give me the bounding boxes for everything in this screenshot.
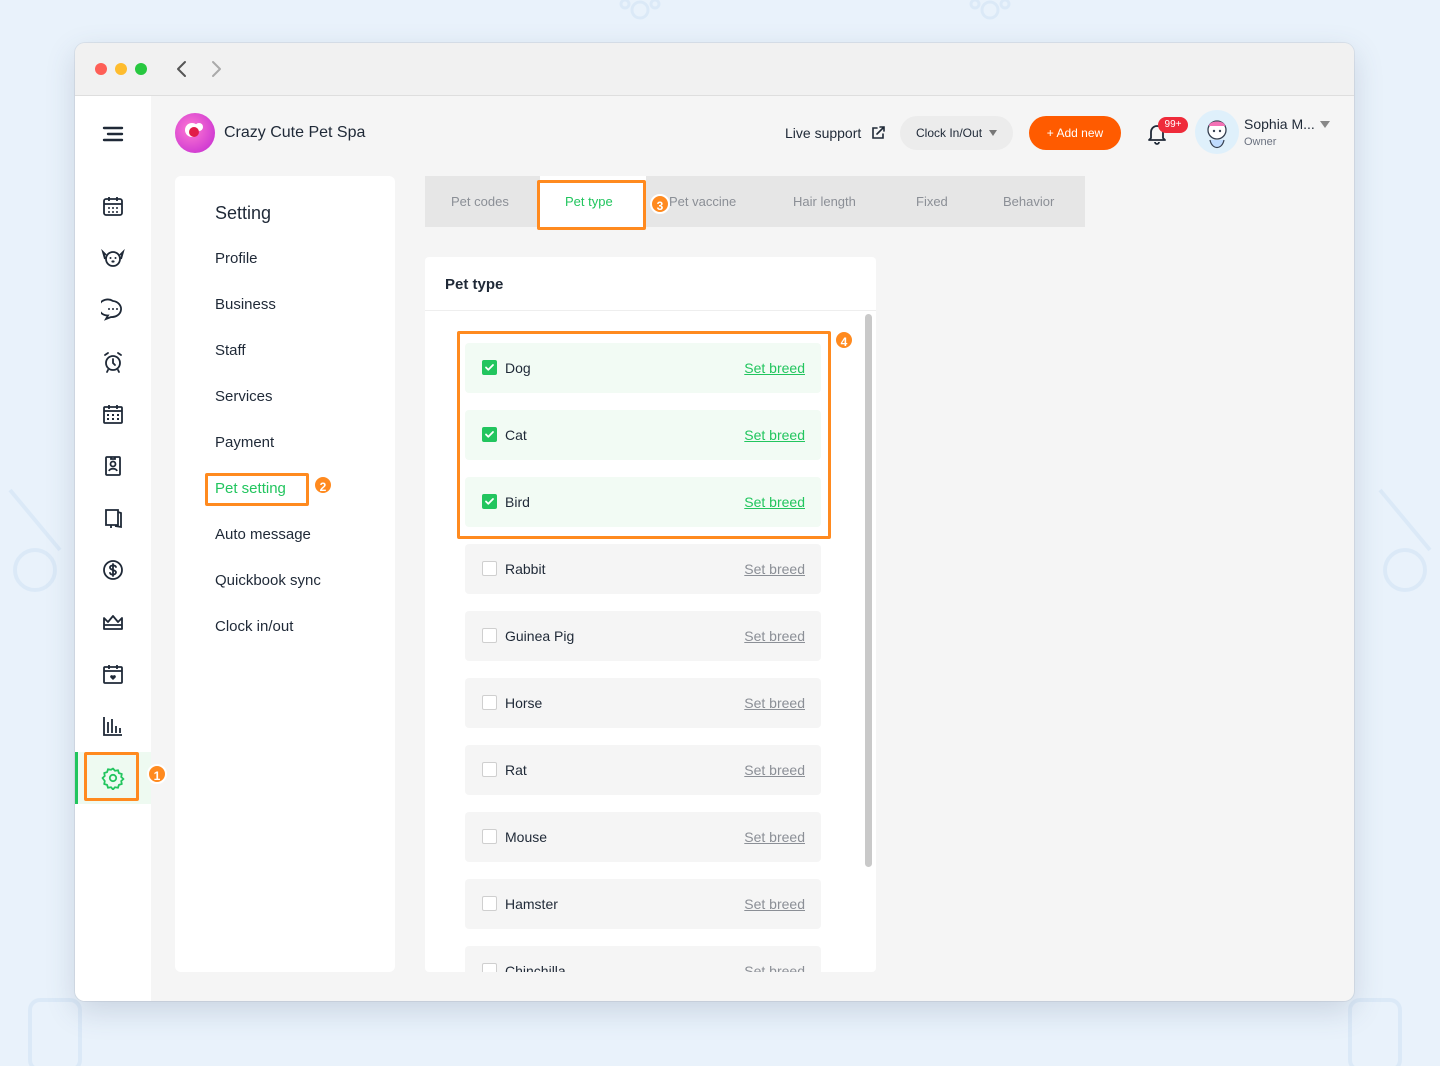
client-card-icon[interactable]	[101, 454, 125, 478]
crown-icon[interactable]	[101, 610, 125, 634]
panel-title: Pet type	[445, 276, 504, 293]
set-breed-link[interactable]: Set breed	[744, 695, 805, 711]
annotation-highlight-4	[457, 331, 831, 539]
settings-item-business[interactable]: Business	[215, 296, 276, 313]
brand-name: Crazy Cute Pet Spa	[224, 124, 366, 141]
forward-arrow-icon[interactable]	[206, 59, 226, 79]
pet-type-row: Horse Set breed	[465, 678, 821, 728]
user-name[interactable]: Sophia M...	[1244, 116, 1315, 132]
chevron-down-icon[interactable]	[1320, 121, 1330, 128]
calendar-icon[interactable]	[101, 194, 125, 218]
add-new-button[interactable]: + Add new	[1029, 116, 1121, 150]
settings-menu: Setting Profile Business Staff Services …	[175, 176, 395, 972]
avatar[interactable]	[1195, 110, 1239, 154]
set-breed-link[interactable]: Set breed	[744, 829, 805, 845]
pet-type-label: Hamster	[505, 896, 558, 912]
pet-type-checkbox[interactable]	[482, 762, 497, 777]
pet-type-checkbox[interactable]	[482, 695, 497, 710]
app-window: Crazy Cute Pet Spa Live support Clock In…	[75, 43, 1354, 1001]
pet-type-row: Chinchilla Set breed	[465, 946, 821, 972]
maximize-window-button[interactable]	[135, 63, 147, 75]
set-breed-link[interactable]: Set breed	[744, 896, 805, 912]
dog-face-icon[interactable]	[101, 246, 125, 270]
pet-type-row: Guinea Pig Set breed	[465, 611, 821, 661]
external-link-icon[interactable]	[870, 125, 886, 141]
settings-item-profile[interactable]: Profile	[215, 250, 258, 267]
annotation-highlight-2	[205, 473, 309, 506]
annotation-highlight-1	[84, 752, 139, 801]
annotation-number-3: 3	[650, 194, 670, 214]
left-nav-rail	[75, 96, 151, 1001]
pet-type-label: Rabbit	[505, 561, 546, 577]
pet-type-checkbox[interactable]	[482, 561, 497, 576]
tab-pet-vaccine[interactable]: Pet vaccine	[669, 194, 736, 209]
pet-type-label: Rat	[505, 762, 527, 778]
tab-behavior[interactable]: Behavior	[1003, 194, 1054, 209]
annotation-highlight-3	[537, 180, 646, 230]
user-role: Owner	[1244, 136, 1277, 148]
alarm-clock-icon[interactable]	[101, 350, 125, 374]
pet-type-label: Chinchilla	[505, 963, 566, 972]
pet-type-checkbox[interactable]	[482, 896, 497, 911]
set-breed-link[interactable]: Set breed	[744, 963, 805, 972]
settings-item-payment[interactable]: Payment	[215, 434, 274, 451]
bar-chart-icon[interactable]	[101, 714, 125, 738]
pet-type-row: Rabbit Set breed	[465, 544, 821, 594]
notification-badge: 99+	[1158, 117, 1188, 133]
tab-pet-codes[interactable]: Pet codes	[451, 194, 509, 209]
paw-icon	[969, 0, 1011, 20]
scissors-icon	[1378, 488, 1432, 592]
active-nav-indicator	[75, 752, 78, 804]
set-breed-link[interactable]: Set breed	[744, 561, 805, 577]
pet-type-label: Horse	[505, 695, 543, 711]
annotation-number-2: 2	[313, 475, 333, 495]
scissors-icon	[8, 488, 62, 592]
annotation-number-1: 1	[147, 764, 167, 784]
set-breed-link[interactable]: Set breed	[744, 762, 805, 778]
pet-type-label: Mouse	[505, 829, 548, 845]
minimize-window-button[interactable]	[115, 63, 127, 75]
calendar-heart-icon[interactable]	[101, 662, 125, 686]
window-titlebar	[75, 43, 1354, 96]
pet-type-checkbox[interactable]	[482, 829, 497, 844]
settings-item-clock-in-out[interactable]: Clock in/out	[215, 618, 293, 635]
dollar-icon[interactable]	[101, 558, 125, 582]
pet-type-label: Guinea Pig	[505, 628, 575, 644]
booklet-icon[interactable]	[101, 506, 125, 530]
pet-type-row: Hamster Set breed	[465, 879, 821, 929]
settings-title: Setting	[215, 203, 272, 223]
chevron-down-icon	[989, 130, 997, 136]
close-window-button[interactable]	[95, 63, 107, 75]
scrollbar[interactable]	[865, 314, 872, 867]
live-support-link[interactable]: Live support	[785, 125, 861, 141]
settings-item-staff[interactable]: Staff	[215, 342, 246, 359]
annotation-number-4: 4	[834, 330, 854, 350]
chat-icon[interactable]	[101, 298, 125, 322]
pet-setting-tabs: Pet codes Pet type Pet vaccine Hair leng…	[425, 176, 1085, 227]
paw-icon	[619, 0, 661, 20]
pet-type-checkbox[interactable]	[482, 963, 497, 972]
tab-hair-length[interactable]: Hair length	[793, 194, 856, 209]
pet-type-row: Mouse Set breed	[465, 812, 821, 862]
pet-type-row: Rat Set breed	[465, 745, 821, 795]
back-arrow-icon[interactable]	[172, 59, 192, 79]
schedule-icon[interactable]	[101, 402, 125, 426]
divider	[425, 310, 876, 311]
settings-item-auto-message[interactable]: Auto message	[215, 526, 311, 543]
tab-fixed[interactable]: Fixed	[916, 194, 948, 209]
settings-item-services[interactable]: Services	[215, 388, 273, 405]
menu-icon[interactable]	[101, 122, 125, 146]
set-breed-link[interactable]: Set breed	[744, 628, 805, 644]
pet-type-checkbox[interactable]	[482, 628, 497, 643]
brand-logo	[175, 113, 215, 153]
settings-item-quickbook-sync[interactable]: Quickbook sync	[215, 572, 321, 589]
